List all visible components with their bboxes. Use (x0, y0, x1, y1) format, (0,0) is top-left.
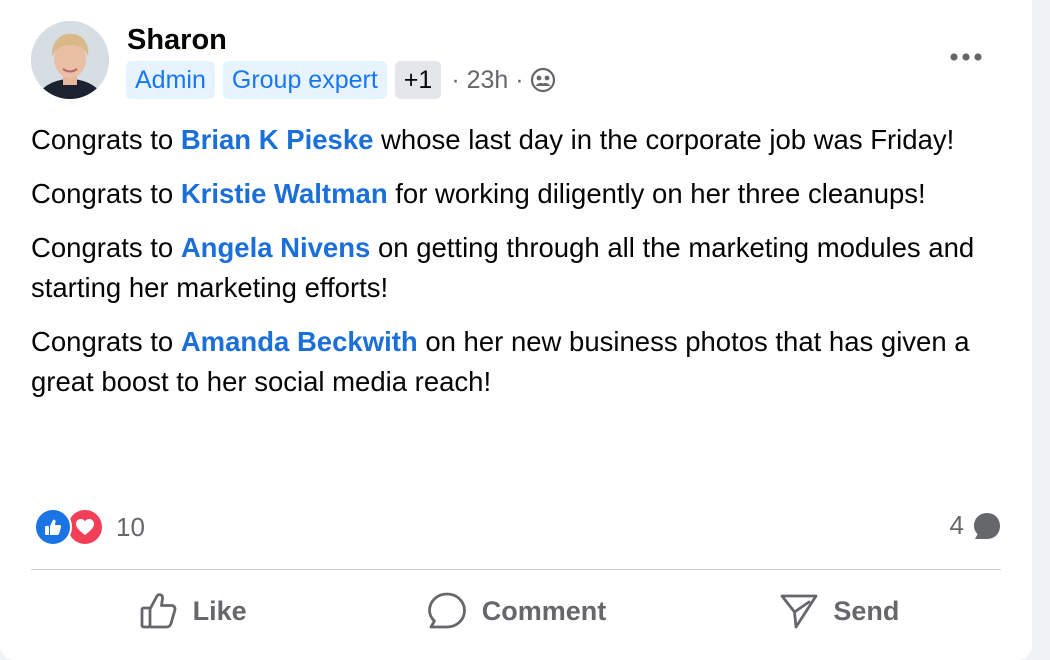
mention-link[interactable]: Kristie Waltman (181, 178, 388, 209)
badge-admin[interactable]: Admin (126, 61, 215, 99)
post-timestamp[interactable]: · 23h · (451, 66, 523, 95)
comment-icon (427, 592, 466, 629)
author-name[interactable]: Sharon (127, 24, 227, 57)
like-button[interactable]: Like (31, 583, 354, 639)
comment-button[interactable]: Comment (354, 583, 677, 639)
mention-link[interactable]: Brian K Pieske (181, 124, 374, 155)
actions-divider (31, 569, 1001, 570)
post-paragraph: Congrats to Amanda Beckwith on her new b… (31, 326, 970, 397)
comment-bubble-icon (974, 512, 1000, 539)
post-paragraph: Congrats to Kristie Waltman for working … (31, 178, 926, 209)
like-reaction-icon (34, 508, 72, 546)
post-body: Congrats to Brian K Pieske whose last da… (31, 120, 991, 416)
reactions-summary[interactable]: 10 (34, 508, 145, 546)
post-card: Sharon Admin Group expert +1 · 23h · Con… (0, 0, 1032, 660)
mention-link[interactable]: Angela Nivens (181, 232, 371, 263)
badge-group-expert[interactable]: Group expert (222, 61, 387, 99)
post-paragraph: Congrats to Angela Nivens on getting thr… (31, 232, 975, 303)
thumbs-up-icon (140, 593, 177, 629)
comment-count-link[interactable]: 4 (950, 510, 1002, 541)
comment-label: Comment (481, 595, 607, 626)
reaction-count[interactable]: 10 (116, 512, 145, 543)
post-actions: Like Comment Send (31, 583, 1001, 639)
send-button[interactable]: Send (678, 583, 1001, 639)
more-dots-icon (950, 53, 982, 61)
like-label: Like (192, 595, 247, 626)
send-label: Send (833, 595, 900, 626)
badge-more[interactable]: +1 (394, 61, 442, 99)
post-options-button[interactable] (944, 40, 988, 74)
author-avatar[interactable] (31, 21, 109, 99)
group-globe-icon[interactable] (530, 67, 556, 93)
post-paragraph: Congrats to Brian K Pieske whose last da… (31, 124, 955, 155)
send-icon (780, 594, 818, 629)
mention-link[interactable]: Amanda Beckwith (181, 326, 418, 357)
author-badges: Admin Group expert +1 · 23h · (126, 61, 556, 99)
comment-count: 4 (949, 510, 964, 540)
